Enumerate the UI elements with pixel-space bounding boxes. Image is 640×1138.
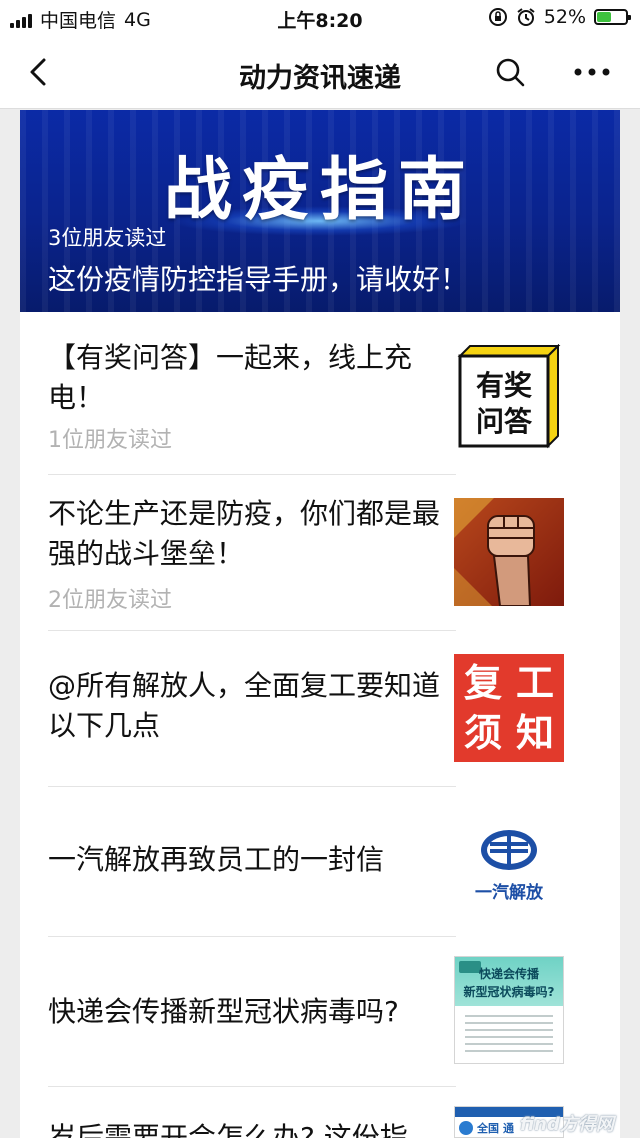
more-icon[interactable]: [572, 58, 612, 86]
featured-banner[interactable]: 战疫指南 3位朋友读过 这份疫情防控指导手册，请收好！: [20, 110, 620, 312]
banner-subtitle: 这份疫情防控指导手册，请收好！: [48, 263, 469, 296]
divider: [48, 630, 456, 631]
quiz-text-bottom: 问答: [475, 405, 532, 438]
thumb-title-line: 新型冠状病毒吗?: [463, 985, 555, 999]
article-title: 【有奖问答】一起来，线上充电！: [48, 341, 413, 414]
thumb-char: 复: [463, 660, 502, 705]
quiz-text-top: 有奖: [475, 369, 532, 402]
article-readers: 1位朋友读过: [48, 428, 172, 453]
article-thumbnail[interactable]: [454, 498, 564, 606]
rotation-lock-icon: [488, 8, 507, 26]
thumb-char: 工: [515, 660, 554, 705]
page-title: 动力资讯速递: [239, 63, 401, 94]
alarm-icon: [517, 8, 535, 26]
article-thumbnail[interactable]: 一汽解放: [454, 812, 564, 920]
article-title: 岁后需要开会怎么办? 这份指: [48, 1121, 408, 1138]
article-thumbnail[interactable]: 有奖 问答: [454, 344, 564, 452]
thumb-badge: [459, 1121, 473, 1135]
banner-heading: 战疫指南: [163, 150, 476, 230]
faw-brand-text: 一汽解放: [475, 883, 543, 903]
thumb-char: 知: [515, 710, 554, 755]
article-list-card: 战疫指南 3位朋友读过 这份疫情防控指导手册，请收好！ 【有奖问答】一起来，线上…: [20, 110, 620, 1138]
nav-bar: 动力资讯速递: [0, 36, 640, 109]
article-thumbnail[interactable]: 复 工 须 知: [454, 654, 564, 762]
battery-icon: [594, 9, 631, 25]
thumb-char: 通: [503, 1122, 514, 1135]
status-bar: 中国电信 4G 上午8:20 52%: [0, 0, 640, 36]
article-thumbnail[interactable]: 快递会传播 新型冠状病毒吗?: [454, 956, 564, 1064]
banner-readers: 3位朋友读过: [48, 226, 167, 250]
divider: [48, 1086, 456, 1087]
article-title: 一汽解放再致员工的一封信: [48, 843, 385, 876]
thumb-char: 全国: [477, 1122, 499, 1135]
battery-percent: 52%: [543, 6, 586, 28]
raised-fist-image: [454, 498, 535, 606]
faw-logo-icon: [481, 830, 537, 870]
thumb-text-block: [465, 1015, 553, 1055]
watermark: find方得网: [520, 1114, 614, 1135]
thumb-title-line: 快递会传播: [478, 967, 539, 981]
article-title: 快递会传播新型冠状病毒吗?: [48, 995, 399, 1028]
article-title: 不论生产还是防疫，你们都是最强的战斗堡垒！: [48, 497, 441, 570]
status-right: 52%: [488, 6, 631, 28]
divider: [48, 474, 456, 475]
article-readers: 2位朋友读过: [48, 588, 172, 613]
thumb-char: 须: [463, 710, 502, 755]
article-title: @所有解放人，全面复工要知道以下几点: [48, 669, 441, 742]
search-icon[interactable]: [494, 56, 526, 88]
